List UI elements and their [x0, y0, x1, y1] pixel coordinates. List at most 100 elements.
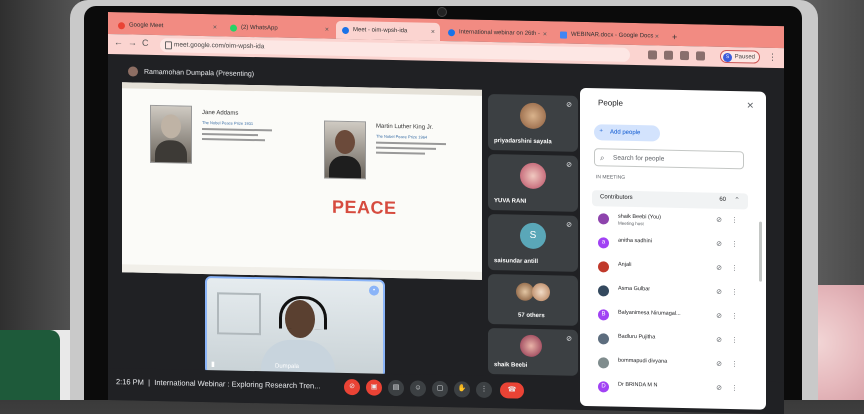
others-tile[interactable]: 57 others: [488, 273, 578, 326]
captions-button[interactable]: ▤: [388, 379, 404, 397]
participant-tile[interactable]: ⊘ S saisundar antill: [488, 213, 578, 272]
list-item[interactable]: D Dr BRINDA M N ⊘ ⋮: [598, 378, 748, 399]
presentation-slide: Jane Addams The Nobel Peace Prize 1931 M…: [122, 82, 482, 280]
panel-title: People: [598, 98, 623, 108]
participant-tile[interactable]: ⊘ shaik Beebi: [488, 327, 578, 376]
share-icon[interactable]: [664, 50, 673, 60]
more-vert-icon[interactable]: ⋮: [731, 264, 738, 272]
avatar: D: [598, 381, 609, 393]
more-vert-icon[interactable]: ⋮: [731, 360, 738, 368]
list-item[interactable]: a anitha sadhini ⊘ ⋮: [598, 234, 748, 255]
mic-off-icon: ⊘: [716, 240, 722, 248]
new-tab-button[interactable]: +: [668, 28, 684, 46]
list-item[interactable]: Badluru Pujitha ⊘ ⋮: [598, 330, 748, 351]
avatar: B: [598, 309, 609, 321]
list-item[interactable]: bommapudi divyana ⊘ ⋮: [598, 354, 748, 375]
presenter-label: Ramamohan Dumpala (Presenting): [128, 66, 254, 79]
add-people-button[interactable]: ⁺ Add people: [594, 124, 660, 142]
participant-tile[interactable]: ⊘ YUVA RANI: [488, 153, 578, 212]
slide-left-sub: The Nobel Peace Prize 1931: [202, 119, 254, 127]
close-icon[interactable]: ×: [543, 31, 547, 38]
docs-icon: [560, 30, 567, 39]
avatar: [598, 213, 609, 225]
portrait-jane-addams: [150, 104, 192, 164]
slide-right-text: [376, 141, 446, 161]
meet-icon: [118, 21, 125, 29]
wall-frame: [217, 292, 261, 336]
tab-google-meet[interactable]: Google Meet ×: [112, 16, 222, 36]
avatar: [520, 162, 546, 190]
page-icon: [448, 28, 455, 36]
lock-icon: [165, 41, 172, 50]
more-vert-icon[interactable]: ⋮: [731, 288, 738, 296]
close-icon[interactable]: ×: [655, 33, 659, 40]
star-icon[interactable]: [680, 50, 689, 61]
browser-menu-icon[interactable]: ⋮: [768, 52, 777, 63]
avatar: [520, 334, 542, 358]
reload-icon[interactable]: C: [142, 38, 149, 48]
mic-off-icon: ⊘: [716, 384, 722, 392]
more-vert-icon[interactable]: ⋮: [731, 240, 738, 248]
close-icon[interactable]: ×: [325, 26, 329, 33]
panel-scrollbar[interactable]: [759, 221, 762, 282]
present-button[interactable]: ▢: [432, 380, 448, 398]
mic-off-icon: ⊘: [566, 335, 572, 343]
close-icon[interactable]: ×: [431, 28, 435, 35]
close-icon[interactable]: ×: [213, 24, 217, 31]
tab-meet-session[interactable]: Meet - oim-wpsh-ida ×: [336, 20, 440, 41]
search-icon: ⌕: [600, 153, 605, 163]
list-item[interactable]: Asma Gulbar ⊘ ⋮: [598, 282, 748, 303]
more-vert-icon[interactable]: ⋮: [731, 336, 738, 344]
avatar: [520, 102, 546, 130]
camera-toggle-button[interactable]: ▣: [366, 379, 382, 396]
participant-tile[interactable]: ⊘ priyadarshini sayala: [488, 93, 578, 152]
avatar: [128, 66, 138, 77]
slide-right-name: Martin Luther King Jr.: [376, 123, 434, 131]
extensions-icon[interactable]: [696, 51, 705, 61]
webcam-icon: [437, 7, 447, 17]
mic-off-icon: ⊘: [716, 288, 722, 296]
contributors-group[interactable]: Contributors 60 ⌃: [592, 190, 748, 210]
mic-off-icon: ⊘: [566, 221, 572, 229]
avatar: S: [520, 222, 546, 250]
profile-button[interactable]: S Paused: [720, 49, 760, 64]
tab-international-webinar[interactable]: International webinar on 26th - ×: [442, 23, 552, 43]
avatar: [532, 282, 550, 302]
camera-indicator-icon[interactable]: [648, 50, 657, 60]
meet-icon: [342, 26, 349, 34]
mic-off-icon: ⊘: [716, 216, 722, 224]
more-vert-icon[interactable]: ⋮: [731, 216, 738, 224]
forward-icon[interactable]: →: [128, 37, 137, 47]
close-icon[interactable]: ✕: [746, 100, 754, 111]
mic-off-icon: ⊘: [716, 336, 722, 344]
list-item[interactable]: B Balyanimesa Nirumagal... ⊘ ⋮: [598, 306, 748, 327]
avatar: [598, 333, 609, 345]
mic-icon: ▮: [211, 361, 215, 369]
self-view-video[interactable]: • ▮ Dumpala: [205, 276, 385, 378]
mic-off-icon: ⊘: [566, 101, 572, 109]
emoji-button[interactable]: ☺: [410, 380, 426, 397]
tab-webinar-docx[interactable]: WEBINAR.docx - Google Docs ×: [554, 25, 664, 45]
people-panel: People ✕ ⁺ Add people ⌕ Search for peopl…: [580, 87, 766, 410]
phone: [0, 330, 60, 400]
participant-count: 60: [719, 196, 726, 203]
section-label: IN MEETING: [596, 174, 626, 181]
portrait-martin-luther-king: [324, 120, 366, 180]
more-vert-icon[interactable]: ⋮: [731, 312, 738, 320]
avatar: [598, 357, 609, 369]
list-item[interactable]: Anjali ⊘ ⋮: [598, 258, 748, 279]
mic-off-icon: ⊘: [716, 312, 722, 320]
mic-toggle-button[interactable]: ⊘: [344, 378, 360, 396]
whatsapp-icon: [230, 24, 237, 32]
back-icon[interactable]: ←: [114, 37, 123, 47]
search-people-input[interactable]: ⌕ Search for people: [594, 148, 744, 170]
list-item[interactable]: shaik Beebi (You) Meeting host ⊘ ⋮: [598, 210, 748, 231]
leave-call-button[interactable]: ☎: [500, 382, 524, 399]
avatar: [598, 261, 609, 273]
laptop-screen: Google Meet × (2) WhatsApp × Meet - oim-…: [108, 12, 784, 414]
tab-whatsapp[interactable]: (2) WhatsApp ×: [224, 18, 334, 38]
more-vert-icon[interactable]: ⋮: [731, 384, 738, 392]
more-options-button[interactable]: ⋮: [476, 381, 492, 399]
meeting-info: 2:16 PM | International Webinar : Explor…: [116, 377, 321, 391]
raise-hand-button[interactable]: ✋: [454, 381, 470, 398]
